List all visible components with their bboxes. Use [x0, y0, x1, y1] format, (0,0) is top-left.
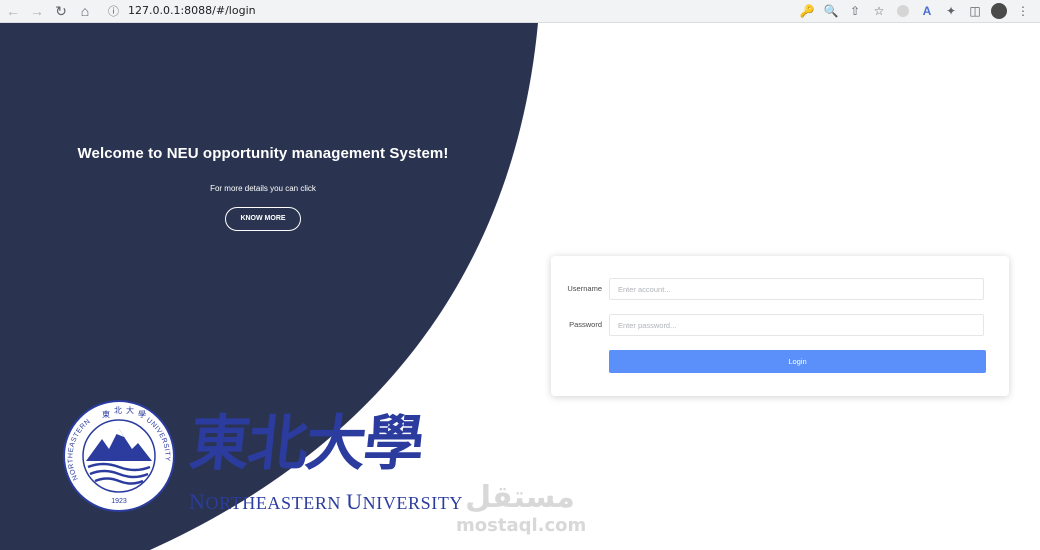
star-icon[interactable]: ☆: [870, 2, 888, 20]
login-form: Username Password Login: [551, 256, 1009, 396]
username-row: Username: [551, 278, 1009, 300]
hero-subtitle: For more details you can click: [210, 184, 316, 193]
know-more-button[interactable]: KNOW MORE: [225, 207, 301, 231]
login-page: Welcome to NEU opportunity management Sy…: [0, 23, 1040, 550]
username-input[interactable]: [609, 278, 984, 300]
mostaql-watermark: مستقل mostaql.com: [456, 478, 587, 538]
info-icon[interactable]: ⓘ: [108, 3, 122, 18]
watermark-latin: mostaql.com: [456, 515, 587, 536]
watermark-arabic: مستقل: [465, 480, 575, 515]
password-row: Password: [551, 314, 1009, 336]
browser-toolbar: ← → ↻ ⌂ ⓘ 127.0.0.1:8088/#/login 🔑 🔍 ⇧ ☆…: [0, 0, 1040, 23]
key-icon[interactable]: 🔑: [798, 2, 816, 20]
share-icon[interactable]: ⇧: [846, 2, 864, 20]
name-initial-u: U: [346, 489, 363, 514]
svg-text:北: 北: [114, 406, 122, 415]
zoom-icon[interactable]: 🔍: [822, 2, 840, 20]
home-icon[interactable]: ⌂: [74, 0, 96, 22]
password-label: Password: [569, 320, 602, 329]
hero-title: Welcome to NEU opportunity management Sy…: [77, 145, 449, 162]
profile-icon[interactable]: [894, 2, 912, 20]
url-text[interactable]: 127.0.0.1:8088/#/login: [128, 4, 256, 17]
avatar-icon[interactable]: [990, 2, 1008, 20]
back-icon[interactable]: ←: [2, 0, 24, 22]
name-rest-northeastern: ORTHEASTERN: [205, 493, 342, 513]
university-name: NORTHEASTERN UNIVERSITY: [189, 489, 463, 515]
password-input[interactable]: [609, 314, 984, 336]
username-label: Username: [567, 284, 602, 293]
university-calligraphy-logo: 東北大學: [186, 404, 426, 484]
calligraphy-text: 東北大學: [186, 409, 426, 479]
sidebar-icon[interactable]: ◫: [966, 2, 984, 20]
menu-icon[interactable]: ⋮: [1014, 2, 1032, 20]
translate-icon[interactable]: A: [918, 2, 936, 20]
name-rest-university: NIVERSITY: [362, 493, 464, 513]
svg-text:學: 學: [138, 409, 146, 419]
svg-text:東: 東: [102, 409, 110, 419]
address-bar[interactable]: ⓘ 127.0.0.1:8088/#/login: [98, 1, 898, 19]
forward-icon[interactable]: →: [26, 0, 48, 22]
extensions-icon[interactable]: ✦: [942, 2, 960, 20]
hero-section: Welcome to NEU opportunity management Sy…: [40, 145, 486, 231]
name-initial-n: N: [189, 489, 206, 514]
seal-year: 1923: [111, 498, 127, 505]
university-seal-logo: NORTHEASTERN UNIVERSITY 1923 東 北 大 學: [63, 400, 175, 512]
login-button[interactable]: Login: [609, 350, 986, 373]
svg-text:大: 大: [126, 405, 134, 415]
reload-icon[interactable]: ↻: [50, 0, 72, 22]
